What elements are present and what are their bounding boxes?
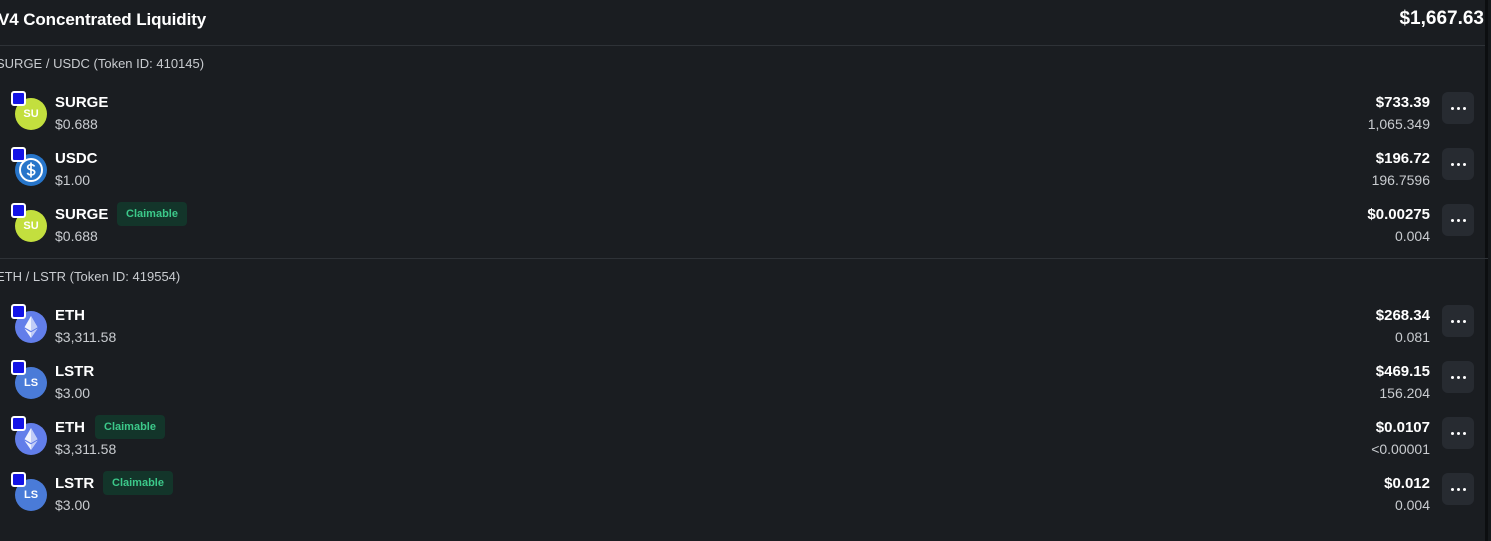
token-price: $1.00 <box>55 172 91 188</box>
token-usd-value: $0.00275 <box>1367 206 1430 223</box>
token-usd-value: $733.39 <box>1375 94 1430 111</box>
select-checkbox[interactable] <box>11 91 26 106</box>
token-price: $3.00 <box>55 385 91 401</box>
token-amount: 1,065.349 <box>1367 116 1430 132</box>
select-checkbox[interactable] <box>11 416 26 431</box>
token-price: $0.688 <box>55 116 98 132</box>
ellipsis-icon <box>1450 162 1466 166</box>
ellipsis-icon <box>1450 218 1466 222</box>
more-options-button[interactable] <box>1442 204 1474 236</box>
token-name: ETH <box>55 307 85 324</box>
claimable-badge: Claimable <box>117 202 187 226</box>
token-icon-abbr: LS <box>23 488 39 501</box>
token-amount: 0.081 <box>1394 329 1430 345</box>
token-row: ETH $3,311.58 $268.34 0.081 <box>0 304 1488 361</box>
select-checkbox[interactable] <box>11 147 26 162</box>
token-name: LSTR <box>55 475 95 492</box>
token-row: USDC $1.00 $196.72 196.7596 <box>0 147 1488 204</box>
token-usd-value: $268.34 <box>1375 307 1430 324</box>
token-name: ETH <box>55 419 85 436</box>
more-options-button[interactable] <box>1442 361 1474 393</box>
select-checkbox[interactable] <box>11 203 26 218</box>
token-name: SURGE <box>55 94 109 111</box>
token-row: ETH Claimable $3,311.58 $0.0107 <0.00001 <box>0 415 1488 473</box>
group-divider <box>0 258 1488 259</box>
token-price: $0.688 <box>55 228 98 244</box>
more-options-button[interactable] <box>1442 305 1474 337</box>
position-title: SURGE / USDC (Token ID: 410145) <box>0 56 205 71</box>
token-usd-value: $196.72 <box>1375 150 1430 167</box>
token-price: $3,311.58 <box>55 441 117 457</box>
token-row: SU SURGE Claimable $0.688 $0.00275 0.004 <box>0 202 1488 260</box>
position-title: ETH / LSTR (Token ID: 419554) <box>0 269 181 284</box>
token-amount: 0.004 <box>1394 228 1430 244</box>
token-usd-value: $0.012 <box>1384 475 1430 492</box>
token-name: LSTR <box>55 363 95 380</box>
ellipsis-icon <box>1450 431 1466 435</box>
token-amount: 0.004 <box>1394 497 1430 513</box>
ellipsis-icon <box>1450 487 1466 491</box>
more-options-button[interactable] <box>1442 417 1474 449</box>
token-usd-value: $469.15 <box>1375 363 1430 380</box>
token-name: SURGE <box>55 206 109 223</box>
token-icon-abbr: SU <box>23 219 39 232</box>
panel-title: V4 Concentrated Liquidity <box>0 10 207 29</box>
token-price: $3.00 <box>55 497 91 513</box>
panel-total-value: $1,667.63 <box>1399 8 1484 29</box>
token-usd-value: $0.0107 <box>1375 419 1430 436</box>
ellipsis-icon <box>1450 375 1466 379</box>
token-price: $3,311.58 <box>55 329 117 345</box>
select-checkbox[interactable] <box>11 304 26 319</box>
more-options-button[interactable] <box>1442 148 1474 180</box>
token-icon-abbr: SU <box>23 107 39 120</box>
token-amount: <0.00001 <box>1371 441 1430 457</box>
select-checkbox[interactable] <box>11 360 26 375</box>
claimable-badge: Claimable <box>95 415 165 439</box>
more-options-button[interactable] <box>1442 92 1474 124</box>
ellipsis-icon <box>1450 319 1466 323</box>
token-row: SU SURGE $0.688 $733.39 1,065.349 <box>0 91 1488 148</box>
token-amount: 156.204 <box>1379 385 1430 401</box>
claimable-badge: Claimable <box>103 471 173 495</box>
liquidity-panel: V4 Concentrated Liquidity $1,667.63 SURG… <box>0 0 1488 541</box>
token-name: USDC <box>55 150 98 167</box>
token-row: LS LSTR $3.00 $469.15 156.204 <box>0 360 1488 417</box>
token-icon-abbr: LS <box>23 376 39 389</box>
more-options-button[interactable] <box>1442 473 1474 505</box>
token-row: LS LSTR Claimable $3.00 $0.012 0.004 <box>0 471 1488 529</box>
panel-header: V4 Concentrated Liquidity $1,667.63 <box>0 0 1485 46</box>
select-checkbox[interactable] <box>11 472 26 487</box>
token-amount: 196.7596 <box>1371 172 1430 188</box>
ellipsis-icon <box>1450 106 1466 110</box>
